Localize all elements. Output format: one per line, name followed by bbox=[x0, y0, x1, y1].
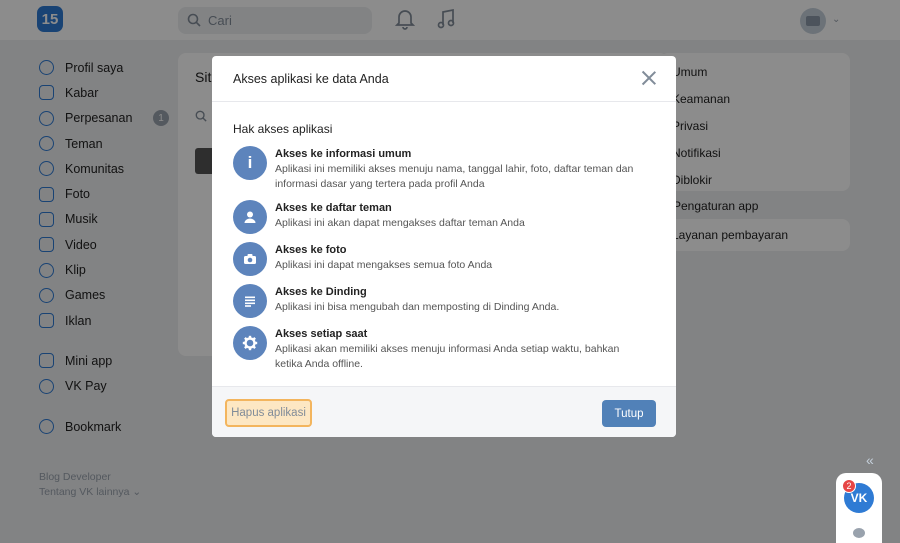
collapse-icon[interactable]: « bbox=[866, 452, 874, 468]
unread-badge: 2 bbox=[842, 479, 856, 493]
dialog-footer: Hapus aplikasi Tutup bbox=[212, 386, 676, 437]
permission-title: Akses ke foto bbox=[275, 244, 347, 256]
wall-post-icon bbox=[233, 284, 267, 318]
permission-title: Akses ke Dinding bbox=[275, 286, 367, 298]
permission-desc: Aplikasi ini akan dapat mengakses daftar… bbox=[275, 217, 525, 229]
delete-app-button[interactable]: Hapus aplikasi bbox=[225, 399, 312, 427]
camera-icon bbox=[233, 242, 267, 276]
close-icon[interactable] bbox=[642, 71, 656, 85]
dialog-header: Akses aplikasi ke data Anda bbox=[212, 56, 676, 102]
person-icon bbox=[233, 200, 267, 234]
permission-title: Akses ke informasi umum bbox=[275, 148, 412, 160]
section-title: Hak akses aplikasi bbox=[233, 122, 333, 136]
close-button[interactable]: Tutup bbox=[602, 400, 656, 427]
app-access-dialog: Akses aplikasi ke data Anda Hak akses ap… bbox=[212, 56, 676, 437]
permission-desc: Aplikasi akan memiliki akses menuju info… bbox=[275, 343, 620, 370]
permission-desc: Aplikasi ini memiliki akses menuju nama,… bbox=[275, 163, 634, 190]
permission-title: Akses setiap saat bbox=[275, 328, 368, 340]
permission-desc: Aplikasi ini bisa mengubah dan mempostin… bbox=[275, 301, 560, 313]
permission-desc: Aplikasi ini dapat mengakses semua foto … bbox=[275, 259, 493, 271]
messenger-widget: VK 2 bbox=[836, 473, 882, 543]
gear-icon bbox=[233, 326, 267, 360]
permission-title: Akses ke daftar teman bbox=[275, 202, 392, 214]
chat-icon[interactable] bbox=[853, 528, 865, 538]
info-icon: i bbox=[233, 146, 267, 180]
dialog-title: Akses aplikasi ke data Anda bbox=[233, 71, 389, 86]
